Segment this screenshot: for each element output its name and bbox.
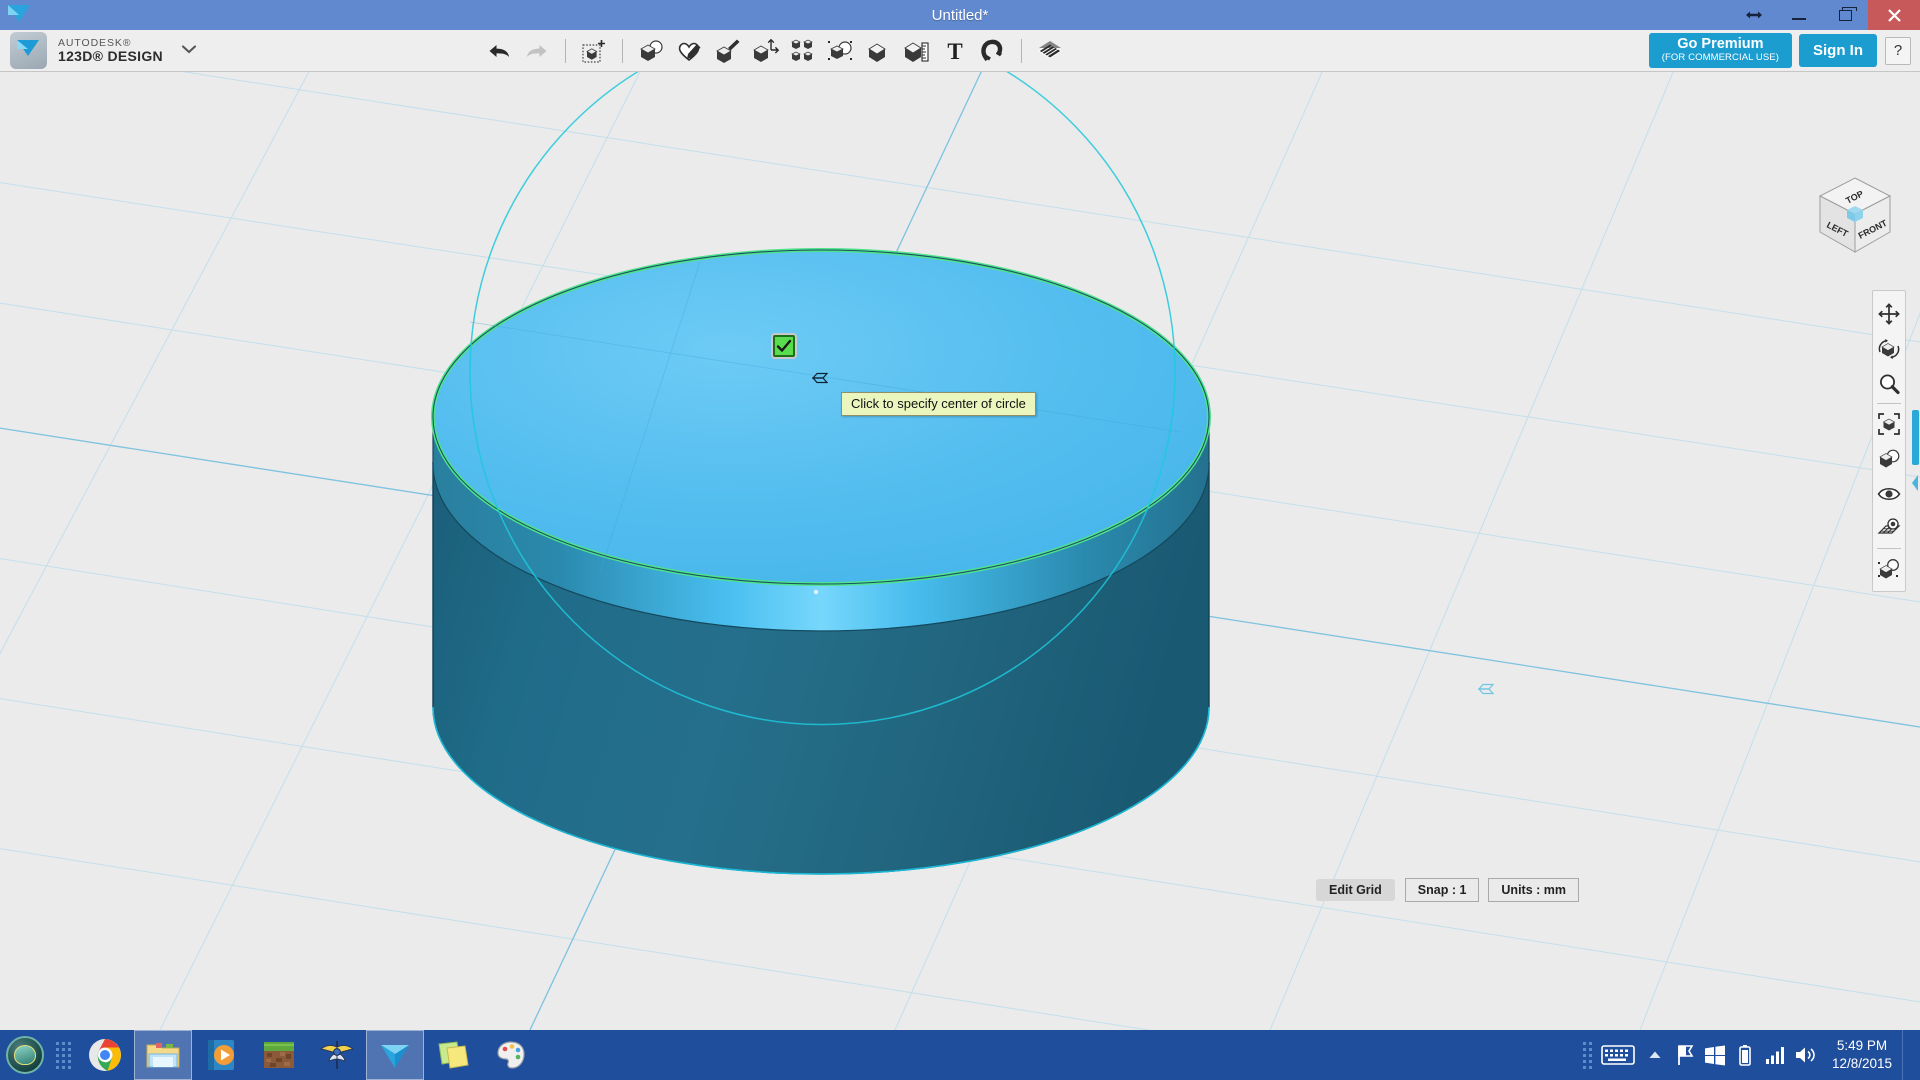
system-tray: 5:49 PM 12/8/2015 xyxy=(1580,1030,1920,1080)
show-hidden-icons-icon[interactable] xyxy=(1640,1030,1670,1080)
snap-point-cursor-icon xyxy=(811,371,829,385)
fit-tool[interactable] xyxy=(1874,406,1904,441)
transform-tool[interactable] xyxy=(575,32,613,70)
minimize-button[interactable] xyxy=(1776,0,1822,30)
clock-time: 5:49 PM xyxy=(1836,1037,1888,1053)
minecraft-icon xyxy=(264,1042,294,1068)
grid-display-tool[interactable] xyxy=(1874,511,1904,546)
windows-icon[interactable] xyxy=(1700,1030,1730,1080)
taskbar-item-chrome[interactable] xyxy=(76,1030,134,1080)
maximize-button[interactable] xyxy=(1822,0,1868,30)
game-emblem-icon xyxy=(319,1041,355,1069)
tray-drag-handle[interactable] xyxy=(1580,1030,1596,1080)
grid-status-bar: Edit Grid Snap : 1 Units : mm xyxy=(1316,878,1588,902)
units-value-field[interactable]: Units : mm xyxy=(1488,878,1579,902)
battery-icon[interactable] xyxy=(1730,1030,1760,1080)
orbit-tool[interactable] xyxy=(1874,331,1904,366)
redo-button[interactable] xyxy=(518,32,556,70)
start-orb-icon xyxy=(6,1036,44,1074)
combine-tool[interactable] xyxy=(860,32,898,70)
brand-block: AUTODESK® 123D® DESIGN xyxy=(0,32,230,69)
panel-collapse-arrow-icon[interactable] xyxy=(1910,472,1920,494)
chevron-down-icon[interactable] xyxy=(179,42,199,60)
toolbar-separator xyxy=(565,38,566,63)
taskbar-item-explorer[interactable] xyxy=(134,1030,192,1080)
main-toolbar: AUTODESK® 123D® DESIGN T Go Premium (FOR… xyxy=(0,30,1920,72)
start-button[interactable] xyxy=(0,1030,50,1080)
app-logo-small-icon xyxy=(0,0,40,30)
construct-tool[interactable] xyxy=(708,32,746,70)
secondary-snap-cursor-icon xyxy=(1477,682,1495,696)
action-center-flag-icon[interactable] xyxy=(1670,1030,1700,1080)
cursor-tooltip: Click to specify center of circle xyxy=(841,392,1036,416)
close-button[interactable] xyxy=(1868,0,1920,30)
accept-checkmark-button[interactable] xyxy=(773,335,795,357)
pattern-tool[interactable] xyxy=(784,32,822,70)
taskbar-item-sticky-notes[interactable] xyxy=(424,1030,482,1080)
123d-design-icon xyxy=(381,1045,409,1068)
undo-button[interactable] xyxy=(480,32,518,70)
go-premium-title: Go Premium xyxy=(1677,35,1764,52)
brand-line-autodesk: AUTODESK® xyxy=(58,36,132,49)
perspective-grid xyxy=(0,72,1920,1030)
title-bar: Untitled* xyxy=(0,0,1920,30)
taskbar-item-game[interactable] xyxy=(308,1030,366,1080)
taskbar-item-mediaplayer[interactable] xyxy=(192,1030,250,1080)
view-tools-separator xyxy=(1877,403,1901,404)
snap-tool[interactable] xyxy=(974,32,1012,70)
modify-tool[interactable] xyxy=(746,32,784,70)
svg-text:T: T xyxy=(947,39,962,63)
help-button[interactable]: ? xyxy=(1885,36,1911,65)
media-player-icon xyxy=(208,1040,234,1070)
viewport-canvas[interactable]: TOP LEFT FRONT Click to specify center o… xyxy=(0,72,1920,1030)
sketch-tool[interactable] xyxy=(670,32,708,70)
go-premium-button[interactable]: Go Premium (FOR COMMERCIAL USE) xyxy=(1648,32,1792,69)
taskbar-drag-handle[interactable] xyxy=(50,1030,76,1080)
sticky-notes-icon xyxy=(438,1041,469,1069)
text-tool[interactable]: T xyxy=(936,32,974,70)
chrome-icon xyxy=(89,1039,121,1071)
clock-date: 12/8/2015 xyxy=(1831,1056,1892,1071)
view-cube[interactable]: TOP LEFT FRONT xyxy=(1812,172,1898,258)
snap-value-field[interactable]: Snap : 1 xyxy=(1404,878,1480,902)
show-desktop-button[interactable] xyxy=(1902,1030,1912,1080)
visibility-tool[interactable] xyxy=(1874,476,1904,511)
view-tools-toolbar xyxy=(1872,290,1906,592)
sign-in-button[interactable]: Sign In xyxy=(1799,34,1877,67)
autodesk-123d-logo-icon xyxy=(10,32,47,69)
material-tool[interactable] xyxy=(1031,32,1069,70)
view-tools-separator xyxy=(1877,548,1901,549)
pan-tool[interactable] xyxy=(1874,296,1904,331)
grouping-tool[interactable] xyxy=(822,32,860,70)
windows-taskbar: 5:49 PM 12/8/2015 xyxy=(0,1030,1920,1080)
paint-icon xyxy=(497,1041,525,1069)
go-premium-subtitle: (FOR COMMERCIAL USE) xyxy=(1661,51,1779,63)
material-browser-tool[interactable] xyxy=(1874,551,1904,586)
network-signal-icon[interactable] xyxy=(1760,1030,1790,1080)
view-style-tool[interactable] xyxy=(1874,441,1904,476)
toolbar-separator xyxy=(622,38,623,63)
edit-grid-button[interactable]: Edit Grid xyxy=(1316,879,1395,901)
taskbar-item-123d-design[interactable] xyxy=(366,1030,424,1080)
brand-line-product: 123D® DESIGN xyxy=(58,47,163,64)
primitives-tool[interactable] xyxy=(632,32,670,70)
taskbar-item-minecraft[interactable] xyxy=(250,1030,308,1080)
window-title: Untitled* xyxy=(931,6,989,24)
volume-icon[interactable] xyxy=(1790,1030,1820,1080)
zoom-tool[interactable] xyxy=(1874,366,1904,401)
measure-tool[interactable] xyxy=(898,32,936,70)
taskbar-clock[interactable]: 5:49 PM 12/8/2015 xyxy=(1820,1037,1902,1073)
touch-keyboard-icon[interactable] xyxy=(1596,1030,1640,1080)
file-explorer-icon xyxy=(146,1043,180,1068)
toolbar-separator xyxy=(1021,38,1022,63)
app-root: Untitled* AUTODESK® 123D® DESIGN T Go Pr… xyxy=(0,0,1920,1080)
panel-scroll-thumb[interactable] xyxy=(1912,410,1919,465)
resize-horizontal-icon xyxy=(1732,0,1776,30)
taskbar-item-paint[interactable] xyxy=(482,1030,540,1080)
